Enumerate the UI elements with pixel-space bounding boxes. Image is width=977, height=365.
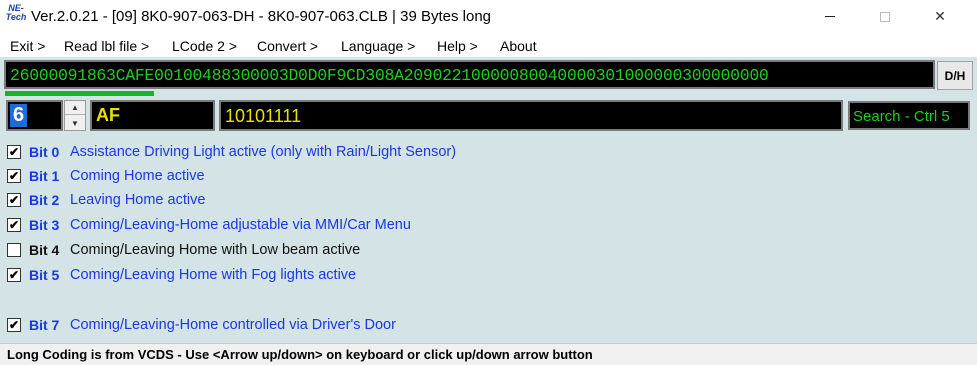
bit-7-label: Bit 7 (29, 317, 60, 333)
bit-0-description: Assistance Driving Light active (only wi… (70, 144, 457, 160)
bit-row-2[interactable]: ✔ Bit 2 Leaving Home active (7, 190, 907, 210)
spin-down-button[interactable]: ▼ (65, 116, 85, 130)
bit-5-description: Coming/Leaving Home with Fog lights acti… (70, 267, 357, 283)
arrow-down-icon: ▼ (71, 118, 79, 128)
progress-bar (5, 91, 154, 96)
bit-1-label: Bit 1 (29, 168, 60, 184)
bit-0-label: Bit 0 (29, 144, 60, 160)
byte-spinner[interactable]: ▲ ▼ (64, 100, 86, 131)
bit-4-checkbox[interactable] (7, 243, 21, 257)
status-text: Long Coding is from VCDS - Use <Arrow up… (7, 347, 593, 362)
maximize-icon (880, 11, 890, 22)
menu-help[interactable]: Help > (437, 38, 478, 54)
bit-3-checkbox[interactable]: ✔ (7, 218, 21, 232)
binary-field[interactable]: 10101111 (219, 100, 843, 131)
hex-field[interactable]: AF (90, 100, 215, 131)
menu-read-lbl-file[interactable]: Read lbl file > (64, 38, 149, 54)
bit-row-0[interactable]: ✔ Bit 0 Assistance Driving Light active … (7, 142, 907, 162)
menu-about[interactable]: About (500, 38, 537, 54)
coding-value: 26000091863CAFE00100488300003D0D0F9CD308… (10, 66, 769, 85)
menu-lcode[interactable]: LCode 2 > (172, 38, 237, 54)
spin-up-button[interactable]: ▲ (65, 101, 85, 115)
search-button[interactable]: Search - Ctrl 5 (848, 101, 970, 130)
arrow-up-icon: ▲ (71, 103, 79, 112)
menu-bar: Exit > Read lbl file > LCode 2 > Convert… (0, 33, 977, 57)
bit-2-description: Leaving Home active (70, 192, 206, 208)
bit-2-label: Bit 2 (29, 192, 60, 208)
dh-button[interactable]: D/H (937, 61, 973, 90)
hex-value: AF (96, 105, 120, 125)
binary-value: 10101111 (225, 106, 302, 126)
title-bar: NE- Tech Ver.2.0.21 - [09] 8K0-907-063-D… (0, 0, 977, 33)
bit-1-description: Coming Home active (70, 168, 205, 184)
menu-convert[interactable]: Convert > (257, 38, 318, 54)
window-title: Ver.2.0.21 - [09] 8K0-907-063-DH - 8K0-9… (31, 8, 492, 25)
menu-exit[interactable]: Exit > (10, 38, 45, 54)
bit-0-checkbox[interactable]: ✔ (7, 145, 21, 159)
bit-row-5[interactable]: ✔ Bit 5 Coming/Leaving Home with Fog lig… (7, 265, 907, 285)
app-logo: NE- Tech (5, 4, 27, 26)
byte-number-value: 6 (10, 104, 28, 127)
bit-4-label: Bit 4 (29, 242, 60, 258)
status-bar: Long Coding is from VCDS - Use <Arrow up… (0, 343, 977, 365)
bit-row-1[interactable]: ✔ Bit 1 Coming Home active (7, 166, 907, 186)
close-icon: ✕ (934, 8, 946, 24)
logo-line-2: Tech (5, 12, 27, 22)
bit-7-checkbox[interactable]: ✔ (7, 318, 21, 332)
menu-language[interactable]: Language > (341, 38, 415, 54)
bit-3-label: Bit 3 (29, 217, 60, 233)
byte-number-field[interactable]: 6 (6, 100, 63, 131)
bit-4-description: Coming/Leaving Home with Low beam active (70, 242, 361, 258)
minimize-button[interactable] (807, 0, 853, 33)
close-button[interactable]: ✕ (917, 0, 963, 33)
bit-row-7[interactable]: ✔ Bit 7 Coming/Leaving-Home controlled v… (7, 315, 907, 335)
bit-row-4[interactable]: Bit 4 Coming/Leaving Home with Low beam … (7, 240, 907, 260)
bit-5-label: Bit 5 (29, 267, 60, 283)
bit-3-description: Coming/Leaving-Home adjustable via MMI/C… (70, 217, 411, 233)
bit-2-checkbox[interactable]: ✔ (7, 193, 21, 207)
bit-5-checkbox[interactable]: ✔ (7, 268, 21, 282)
minimize-icon (825, 16, 835, 17)
bit-7-description: Coming/Leaving-Home controlled via Drive… (70, 317, 396, 333)
coding-field[interactable]: 26000091863CAFE00100488300003D0D0F9CD308… (4, 60, 935, 89)
bit-row-3[interactable]: ✔ Bit 3 Coming/Leaving-Home adjustable v… (7, 215, 907, 235)
search-label: Search - Ctrl 5 (853, 108, 950, 125)
bit-1-checkbox[interactable]: ✔ (7, 169, 21, 183)
maximize-button[interactable] (862, 0, 908, 33)
